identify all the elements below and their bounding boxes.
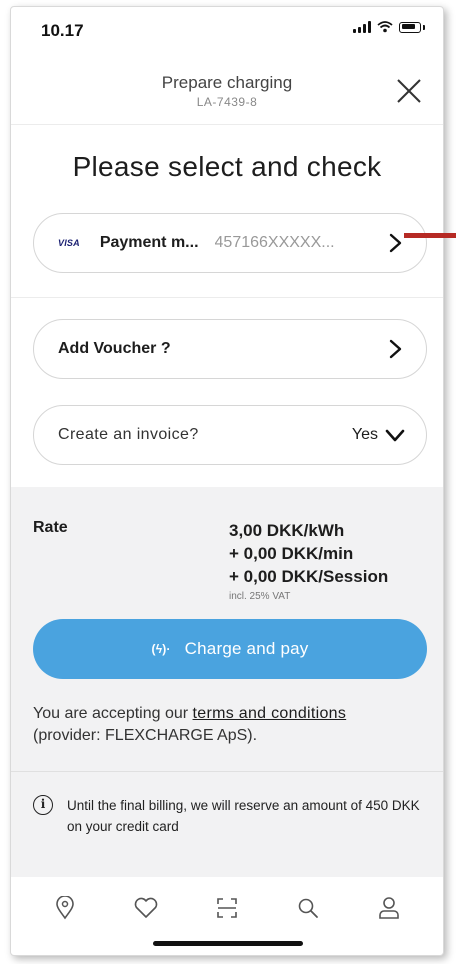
annotation-arrow (404, 233, 456, 238)
heart-icon (134, 897, 158, 918)
divider (11, 771, 443, 772)
header: Prepare charging LA-7439-8 (11, 51, 443, 125)
add-voucher-button[interactable]: Add Voucher ? (33, 319, 427, 379)
page-title: Please select and check (72, 151, 382, 182)
scan-icon (217, 898, 237, 918)
charge-icon: (ϟ)· (151, 642, 171, 656)
nav-scan[interactable] (207, 888, 247, 928)
payment-card-number: 457166XXXXX... (214, 234, 335, 251)
nav-profile[interactable] (369, 888, 409, 928)
signal-icon (353, 21, 371, 33)
header-subtitle: LA-7439-8 (196, 95, 258, 109)
invoice-select[interactable]: Create an invoice? Yes (33, 405, 427, 465)
rate-section: Rate 3,00 DKK/kWh + 0,00 DKK/min + 0,00 … (11, 487, 443, 877)
phone-screen: 10.17 Prepare charging LA-7439-8 Please … (10, 6, 444, 956)
chevron-down-icon (385, 429, 405, 442)
rate-min: + 0,00 DKK/min (229, 544, 354, 563)
rate-kwh: 3,00 DKK/kWh (229, 521, 345, 540)
nav-map[interactable] (45, 888, 85, 928)
terms-provider: (provider: FLEXCHARGE ApS). (33, 727, 258, 744)
bottom-nav (11, 877, 443, 939)
terms-link[interactable]: terms and conditions (193, 705, 347, 722)
reservation-info: Until the final billing, we will reserve… (67, 798, 420, 834)
vat-note: incl. 25% VAT (229, 591, 291, 602)
battery-cap (423, 24, 425, 30)
status-time: 10.17 (41, 21, 84, 40)
status-bar: 10.17 (11, 7, 443, 51)
info-icon: i (33, 795, 53, 815)
rate-values: 3,00 DKK/kWh + 0,00 DKK/min + 0,00 DKK/S… (229, 519, 388, 602)
rate-label: Rate (33, 519, 68, 536)
divider (11, 297, 443, 298)
map-pin-icon (56, 896, 75, 920)
wifi-icon (377, 21, 393, 33)
chevron-right-icon (389, 339, 402, 359)
battery-icon (399, 21, 421, 33)
nav-search[interactable] (288, 888, 328, 928)
chevron-right-icon (389, 233, 402, 253)
status-icons (353, 21, 425, 33)
terms-text: You are accepting our terms and conditio… (33, 703, 433, 747)
user-icon (378, 897, 399, 919)
invoice-value: Yes (351, 426, 378, 443)
visa-icon: VISA (58, 238, 80, 248)
close-icon[interactable] (393, 75, 425, 107)
rate-session: + 0,00 DKK/Session (229, 567, 389, 586)
charge-and-pay-button[interactable]: (ϟ)· Charge and pay (33, 619, 427, 679)
charge-button-label: Charge and pay (184, 639, 309, 658)
invoice-label: Create an invoice? (58, 426, 199, 443)
terms-prefix: You are accepting our (33, 705, 189, 722)
search-icon (298, 898, 318, 918)
payment-method-selector[interactable]: VISA Payment m... 457166XXXXX... (33, 213, 427, 273)
home-indicator[interactable] (153, 941, 303, 946)
header-title: Prepare charging (161, 73, 293, 92)
voucher-label: Add Voucher ? (58, 340, 171, 357)
nav-favorites[interactable] (126, 888, 166, 928)
payment-method-label: Payment m... (99, 234, 199, 251)
